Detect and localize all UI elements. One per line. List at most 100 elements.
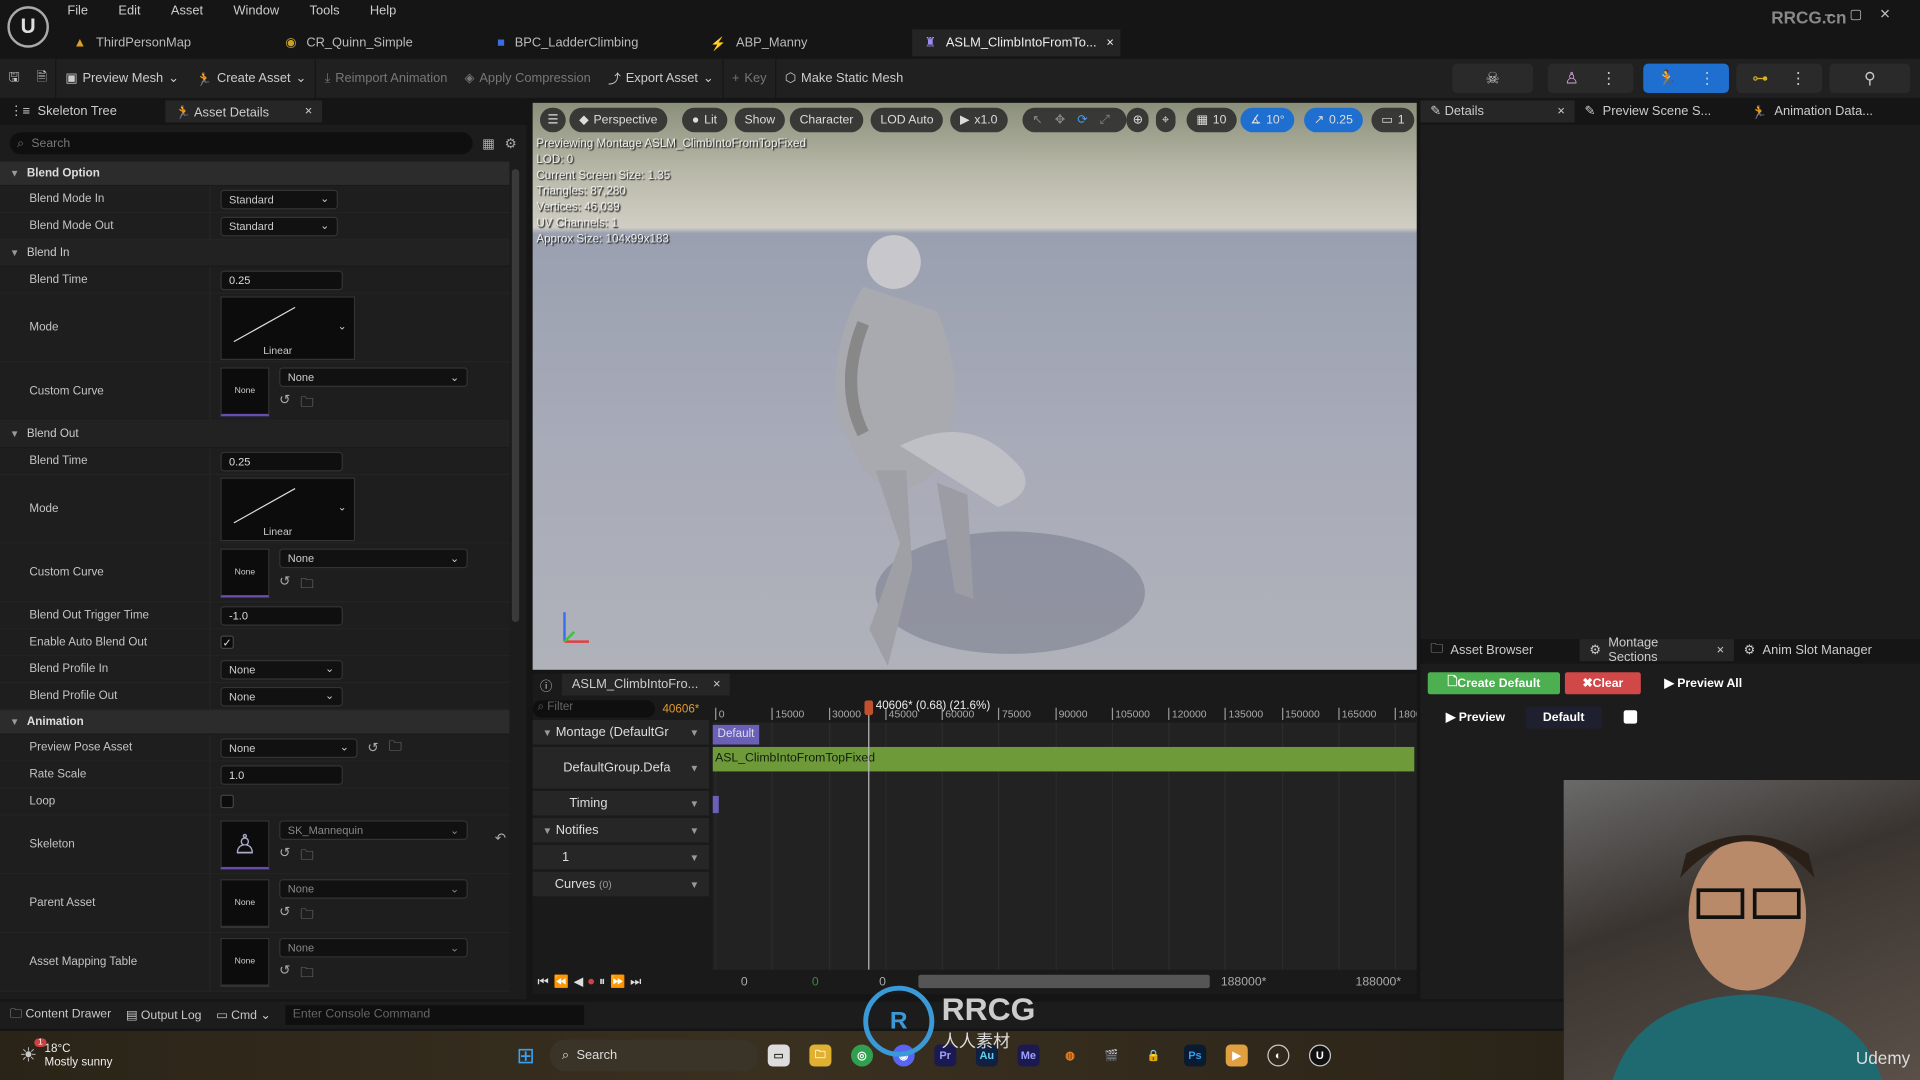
close-icon[interactable]: × bbox=[305, 104, 313, 119]
reset-arrow-icon[interactable]: ↺ bbox=[279, 845, 290, 868]
track-notifies[interactable]: ▼ Notifies ▼ bbox=[532, 817, 709, 843]
menu-tools[interactable]: Tools bbox=[310, 4, 340, 19]
section-default-chip[interactable]: Default bbox=[1525, 706, 1602, 729]
parent-asset-thumbnail[interactable]: None bbox=[220, 879, 270, 929]
enable-auto-blend-out-checkbox[interactable]: ✓ bbox=[220, 635, 234, 649]
tab-anim-slot-manager[interactable]: ⚙ Anim Slot Manager bbox=[1734, 639, 1882, 661]
blender-icon[interactable]: ◍ bbox=[1059, 1044, 1081, 1066]
browse-folder-icon[interactable]: 🗀 bbox=[300, 904, 313, 927]
blend-in-mode-curve-picker[interactable]: ⌄ Linear bbox=[220, 295, 356, 360]
clear-button[interactable]: ✖ Clear bbox=[1564, 672, 1641, 695]
local-space-button[interactable]: ⊕ bbox=[1126, 107, 1150, 133]
filter-input[interactable]: ⌕ Filter bbox=[532, 700, 656, 718]
tab-montage-sections[interactable]: ⚙ Montage Sections × bbox=[1579, 636, 1734, 665]
doc-tab-abp-manny[interactable]: ⚡ ABP_Manny bbox=[710, 29, 807, 56]
lit-button[interactable]: ● Lit bbox=[682, 107, 727, 133]
blend-profile-in-dropdown[interactable]: None ⌄ bbox=[220, 659, 343, 679]
work-start[interactable]: 0 bbox=[812, 975, 819, 988]
unreal-logo[interactable]: U bbox=[7, 6, 49, 48]
console-input[interactable]: Enter Console Command bbox=[285, 1005, 585, 1025]
apply-compression-button[interactable]: ◈ Apply Compression bbox=[456, 59, 599, 98]
tab-preview-scene[interactable]: ✎ Preview Scene S... bbox=[1575, 100, 1742, 122]
timeline-track-area[interactable]: 0 15000 30000 45000 60000 75000 90000 105000 120… bbox=[712, 700, 1417, 970]
reset-arrow-icon[interactable]: ↺ bbox=[279, 392, 290, 415]
grid-snap-button[interactable]: ▦ 10 bbox=[1186, 107, 1237, 133]
menu-window[interactable]: Window bbox=[233, 4, 279, 19]
pause-icon[interactable]: ⏸ bbox=[599, 975, 610, 988]
content-drawer-button[interactable]: 🗀 Content Drawer bbox=[10, 1005, 111, 1026]
skip-start-icon[interactable]: ⏮ bbox=[538, 975, 554, 988]
playback-speed-button[interactable]: ▶ x1.0 bbox=[950, 107, 1008, 133]
lod-button[interactable]: LOD Auto bbox=[870, 107, 944, 133]
preview-all-button[interactable]: ▶ Preview All bbox=[1660, 672, 1746, 694]
play-reverse-icon[interactable]: ◀ bbox=[574, 975, 588, 988]
unreal-engine-icon[interactable]: U bbox=[1308, 1044, 1331, 1067]
surface-snap-button[interactable]: ⌖ bbox=[1155, 107, 1176, 133]
preview-mesh-button[interactable]: ▣ Preview Mesh ⌄ bbox=[57, 59, 188, 98]
physics-mode-button[interactable]: ⚲ bbox=[1829, 63, 1911, 94]
obs-icon[interactable]: ◐ bbox=[1267, 1044, 1290, 1067]
tab-asset-details[interactable]: 🏃 Asset Details × bbox=[165, 100, 323, 123]
search-input[interactable]: ⌕ Search bbox=[9, 132, 473, 155]
more-icon[interactable]: ⋮ bbox=[1699, 69, 1715, 89]
skeleton-dropdown[interactable]: SK_Mannequin ⌄ bbox=[279, 820, 468, 841]
skeleton-mode-button[interactable]: ☠ bbox=[1452, 63, 1534, 94]
doc-tab-bpc-ladder[interactable]: ■ BPC_LadderClimbing bbox=[497, 29, 638, 56]
output-log-button[interactable]: ▤ Output Log bbox=[126, 1008, 202, 1021]
track-notify-1[interactable]: 1 ▼ bbox=[532, 844, 709, 870]
task-view-icon[interactable]: ▭ bbox=[767, 1044, 790, 1067]
custom-curve-dropdown[interactable]: None ⌄ bbox=[279, 367, 468, 387]
custom-curve-dropdown[interactable]: None ⌄ bbox=[279, 548, 468, 569]
select-icon[interactable]: ↖ bbox=[1032, 113, 1050, 126]
blend-out-mode-curve-picker[interactable]: ⌄ Linear bbox=[220, 476, 356, 541]
weather-widget[interactable]: ☀ 1 18°C Mostly sunny bbox=[20, 1038, 113, 1069]
dropdown-icon[interactable]: ▼ bbox=[689, 798, 699, 809]
blend-in-time-input[interactable]: 0.25 bbox=[220, 270, 343, 290]
tab-skeleton-tree[interactable]: ⋮≡ Skeleton Tree bbox=[0, 100, 165, 122]
browse-button[interactable]: 🗎 bbox=[28, 59, 55, 98]
browse-folder-icon[interactable]: 🗀 bbox=[300, 962, 313, 985]
close-icon[interactable]: × bbox=[713, 677, 721, 692]
show-button[interactable]: Show bbox=[734, 107, 785, 133]
cmd-dropdown[interactable]: ▭ Cmd ⌄ bbox=[216, 1008, 271, 1021]
rotate-icon[interactable]: ⟳ bbox=[1077, 113, 1095, 126]
blend-out-time-input[interactable]: 0.25 bbox=[220, 451, 343, 471]
view-end[interactable]: 188000* bbox=[1221, 975, 1267, 988]
reset-arrow-icon[interactable]: ↺ bbox=[279, 904, 290, 927]
create-default-button[interactable]: 🗋 Create Default bbox=[1427, 672, 1561, 695]
close-icon[interactable]: × bbox=[1557, 104, 1565, 119]
asset-mapping-thumbnail[interactable]: None bbox=[220, 937, 270, 987]
playhead-handle[interactable] bbox=[864, 700, 874, 716]
doc-tab-cr-quinn[interactable]: ◉ CR_Quinn_Simple bbox=[285, 29, 413, 56]
export-asset-button[interactable]: ⤴ Export Asset ⌄ bbox=[599, 59, 722, 98]
step-forward-icon[interactable]: ⏩ bbox=[610, 975, 630, 988]
dropdown-icon[interactable]: ▼ bbox=[689, 762, 699, 773]
lock-icon[interactable]: 🔒 bbox=[1142, 1044, 1164, 1066]
loop-checkbox[interactable] bbox=[220, 794, 234, 809]
scale-icon[interactable]: ⤢ bbox=[1100, 113, 1117, 126]
photoshop-icon[interactable]: Ps bbox=[1183, 1044, 1206, 1067]
menu-edit[interactable]: Edit bbox=[118, 4, 140, 19]
preview-pose-dropdown[interactable]: None ⌄ bbox=[220, 737, 358, 758]
reset-arrow-icon[interactable]: ↺ bbox=[279, 573, 290, 596]
track-default-group[interactable]: DefaultGroup.Defa ▼ bbox=[532, 746, 709, 789]
help-icon[interactable]: ⓘ bbox=[540, 675, 552, 693]
gear-icon[interactable]: ⚙ bbox=[505, 135, 517, 152]
menu-file[interactable]: File bbox=[67, 4, 88, 19]
section-animation[interactable]: ▼ Animation bbox=[0, 710, 510, 735]
blend-out-trigger-input[interactable]: -1.0 bbox=[220, 605, 343, 626]
reimport-animation-button[interactable]: ⤓ Reimport Animation bbox=[316, 59, 456, 98]
reset-arrow-icon[interactable]: ↺ bbox=[279, 962, 290, 985]
dropdown-icon[interactable]: ▼ bbox=[689, 852, 699, 863]
browse-folder-icon[interactable]: 🗀 bbox=[300, 392, 313, 415]
doc-tab-thirdpersonmap[interactable]: ▲ ThirdPersonMap bbox=[73, 29, 191, 56]
track-timing[interactable]: Timing ▼ bbox=[532, 791, 709, 816]
tab-montage-timeline[interactable]: ASLM_ClimbIntoFro... × bbox=[562, 673, 731, 696]
browse-folder-icon[interactable]: 🗀 bbox=[300, 573, 313, 596]
camera-speed-button[interactable]: ▭ 1 bbox=[1371, 107, 1415, 133]
mesh-mode-button[interactable]: ♙ ⋮ bbox=[1547, 63, 1634, 94]
dropdown-icon[interactable]: ▼ bbox=[689, 879, 699, 890]
section-blend-option[interactable]: ▼ Blend Option bbox=[0, 161, 510, 187]
blend-mode-in-dropdown[interactable]: Standard ⌄ bbox=[220, 189, 338, 209]
save-button[interactable]: 🖫 bbox=[0, 59, 28, 98]
